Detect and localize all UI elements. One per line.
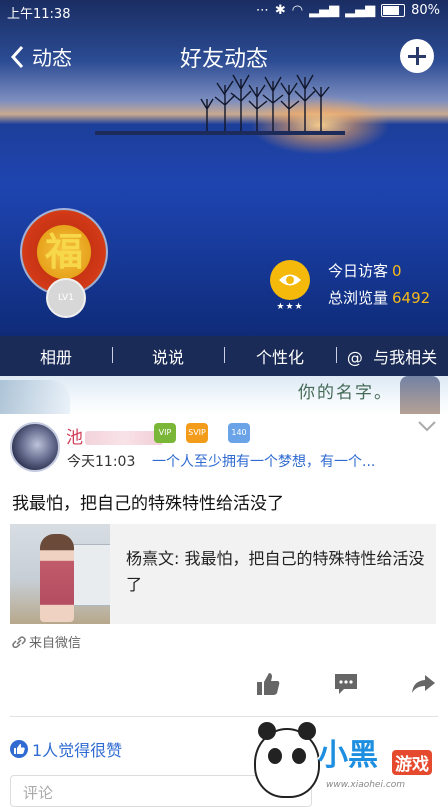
decorative-strip: 你的名字。 — [0, 376, 448, 414]
cover-banner: 上午11:38 ⋯ ✱ ◠ ▂▄▆ ▂▄▆ 80% 动态 好友动态 福 LV1 … — [0, 0, 448, 336]
tab-album[interactable]: 相册 — [0, 344, 112, 368]
rating-stars: ★★★ — [276, 302, 304, 312]
visitor-eye-button[interactable] — [270, 260, 310, 300]
tab-personalize[interactable]: 个性化 — [224, 344, 336, 368]
visitors-label: 今日访客 — [328, 262, 389, 280]
battery-icon — [381, 4, 406, 17]
post-author-name[interactable]: 池 — [66, 423, 163, 448]
status-bar: 上午11:38 ⋯ ✱ ◠ ▂▄▆ ▂▄▆ 80% — [0, 0, 448, 24]
level-badge[interactable]: LV1 — [46, 278, 86, 318]
visitors-value: 0 — [392, 262, 402, 280]
eye-icon — [279, 274, 301, 286]
chevron-down-icon[interactable] — [418, 420, 436, 432]
svip-badge[interactable]: SVIP — [186, 423, 208, 443]
link-icon — [12, 635, 26, 648]
signal-icon: ⋯ — [255, 3, 269, 18]
strip-scenery-image — [0, 380, 70, 414]
author-name-visible: 池 — [66, 428, 83, 448]
watermark-url: www.xiaohei.com — [326, 780, 406, 790]
site-watermark: 小黑 游戏 www.xiaohei.com — [254, 722, 448, 798]
thumb-van-shape — [72, 544, 110, 606]
shared-link-card[interactable]: 杨熹文: 我最怕，把自己的特殊特性给活没了 — [10, 524, 436, 624]
views-label: 总浏览量 — [328, 289, 389, 307]
battery-percent: 80% — [411, 3, 440, 18]
visit-stats[interactable]: 今日访客 0 总浏览量 6492 — [328, 258, 430, 312]
like-circle-icon — [10, 740, 28, 758]
thumbs-up-icon[interactable] — [255, 671, 281, 697]
watermark-game: 游戏 — [392, 750, 432, 775]
level-badge-blue[interactable]: 140 — [228, 423, 250, 443]
share-card-text: 杨熹文: 我最怕，把自己的特殊特性给活没了 — [126, 549, 425, 594]
tab-album-label: 相册 — [39, 348, 72, 367]
status-time: 上午11:38 — [7, 7, 71, 22]
tab-personalize-label: 个性化 — [255, 348, 304, 367]
likes-text: 1人觉得很赞 — [32, 741, 123, 760]
tab-related-label: 与我相关 — [373, 348, 438, 367]
post-author-avatar[interactable] — [10, 422, 60, 472]
likes-summary[interactable]: 1人觉得很赞 — [10, 737, 122, 761]
vip-badge[interactable]: VIP — [154, 423, 176, 443]
divider — [10, 716, 438, 717]
comment-icon[interactable] — [333, 671, 359, 697]
at-icon: @ — [346, 348, 363, 367]
tab-related-to-me[interactable]: @ 与我相关 — [336, 344, 448, 368]
comment-placeholder: 评论 — [23, 784, 54, 802]
author-signature-link[interactable]: 一个人至少拥有一个梦想，有一个... — [152, 451, 375, 471]
source-label: 来自微信 — [29, 636, 82, 651]
strip-title: 你的名字。 — [298, 383, 393, 403]
views-value: 6492 — [392, 289, 431, 307]
thumb-person-shape — [40, 534, 74, 622]
post-text: 我最怕，把自己的特殊特性给活没了 — [12, 494, 284, 514]
add-button[interactable] — [400, 39, 434, 73]
profile-tab-bar: 相册 说说 个性化 @ 与我相关 — [0, 336, 448, 376]
bluetooth-icon: ✱ — [274, 3, 286, 18]
wifi-icon: ◠ — [291, 3, 304, 18]
page-title: 好友动态 — [179, 47, 268, 72]
cellular-icon-2: ▂▄▆ — [345, 3, 376, 18]
share-thumbnail — [10, 524, 110, 624]
watermark-title: 小黑 — [318, 738, 378, 773]
post-source: 来自微信 — [12, 632, 81, 651]
tab-moments-label: 说说 — [151, 348, 184, 367]
tab-moments[interactable]: 说说 — [112, 344, 224, 368]
cellular-icon: ▂▄▆ — [309, 3, 340, 18]
strip-character-image — [400, 376, 440, 414]
panda-logo-icon — [254, 722, 320, 798]
post-time: 今天11:03 — [67, 454, 136, 470]
author-name-blurred — [85, 431, 163, 445]
share-icon[interactable] — [410, 671, 436, 697]
tree-line-image — [95, 74, 345, 135]
